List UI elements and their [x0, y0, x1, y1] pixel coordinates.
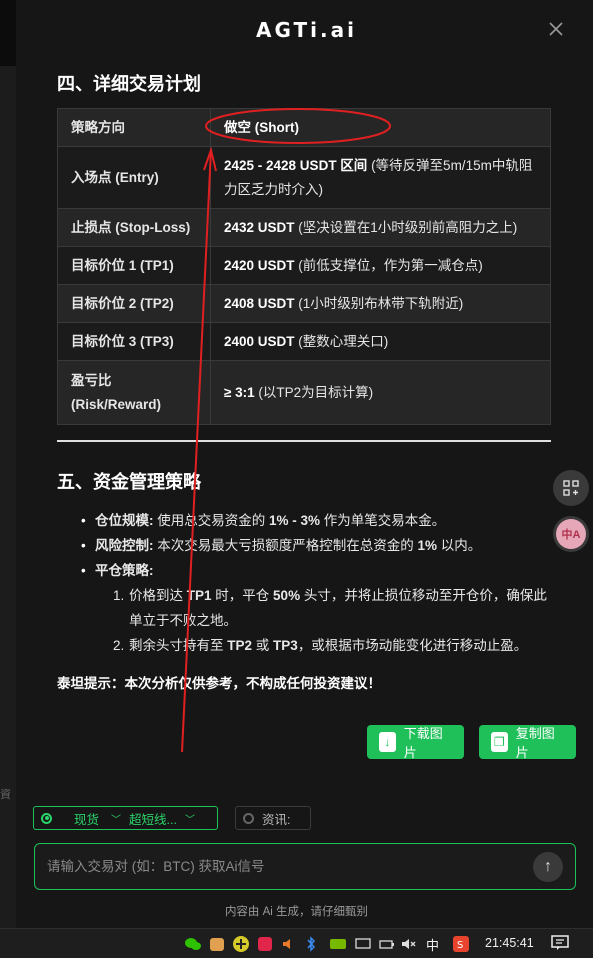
row-key: 策略方向	[57, 108, 211, 147]
list-item: 平仓策略: 1.价格到达 TP1 时，平仓 50% 头寸，并将止损位移动至开仓价…	[81, 558, 551, 658]
trade-plan-table: 策略方向 做空 (Short) 入场点 (Entry) 2425 - 2428 …	[57, 108, 551, 425]
translate-button[interactable]: 中A	[553, 516, 589, 552]
table-row: 止损点 (Stop-Loss) 2432 USDT (坚决设置在1小时级别前高阻…	[57, 208, 551, 247]
money-management-list: 仓位规模: 使用总交易资金的 1% - 3% 作为单笔交易本金。 风险控制: 本…	[81, 508, 551, 658]
table-row: 入场点 (Entry) 2425 - 2428 USDT 区间 (等待反弹至5m…	[57, 146, 551, 209]
plan-heading: 四、详细交易计划	[57, 74, 201, 94]
media-app-icon[interactable]	[256, 935, 274, 953]
row-key: 目标价位 2 (TP2)	[57, 284, 211, 323]
cat-app-icon[interactable]	[208, 935, 226, 953]
download-image-button[interactable]: ↓ 下载图片	[367, 725, 464, 760]
volume-muted-icon[interactable]	[400, 935, 418, 953]
copy-icon: ❐	[491, 732, 508, 752]
notification-icon[interactable]	[551, 935, 569, 951]
translate-icon: 中A	[556, 519, 586, 549]
download-icon: ↓	[379, 732, 396, 752]
disclaimer: 泰坦提示：本次分析仅供参考，不构成任何投资建议！	[57, 676, 381, 691]
row-key: 目标价位 1 (TP1)	[57, 246, 211, 285]
row-value: 做空 (Short)	[210, 108, 551, 147]
sogou-ime-icon[interactable]: S	[452, 935, 470, 953]
row-key: 盈亏比 (Risk/Reward)	[57, 360, 211, 425]
section-divider	[57, 440, 551, 442]
strategy-type: 超短线...	[129, 812, 177, 827]
table-row: 目标价位 3 (TP3) 2400 USDT (整数心理关口)	[57, 322, 551, 361]
app-window: AGTi.ai 四、详细交易计划 策略方向 做空 (Short) 入场点 (En…	[0, 0, 593, 928]
header: AGTi.ai	[16, 0, 593, 60]
table-row: 盈亏比 (Risk/Reward) ≥ 3:1 (以TP2为目标计算)	[57, 360, 551, 425]
background-glyph: 資	[0, 789, 11, 801]
battery-icon[interactable]	[378, 935, 396, 953]
row-value: 2432 USDT (坚决设置在1小时级别前高阻力之上)	[210, 208, 551, 247]
row-value: 2400 USDT (整数心理关口)	[210, 322, 551, 361]
arrow-up-icon: ↑	[544, 858, 552, 875]
bluetooth-icon[interactable]	[304, 935, 318, 953]
copy-image-button[interactable]: ❐ 复制图片	[479, 725, 576, 760]
pair-input[interactable]	[47, 844, 507, 889]
row-key: 入场点 (Entry)	[57, 146, 211, 209]
ai-generated-note: 内容由 Ai 生成，请仔细甄别	[224, 906, 369, 918]
mode-selector[interactable]: 现货 ﹀ 超短线... ﹀	[33, 806, 218, 830]
table-row: 策略方向 做空 (Short)	[57, 108, 551, 147]
pair-input-box: ↑	[34, 843, 576, 890]
row-value: 2408 USDT (1小时级别布林带下轨附近)	[210, 284, 551, 323]
nvidia-icon[interactable]	[328, 935, 348, 953]
radio-selected-icon	[41, 812, 52, 824]
row-value: ≥ 3:1 (以TP2为目标计算)	[210, 360, 551, 425]
chevron-down-icon: ﹀	[184, 814, 195, 826]
close-strategy-steps: 1. 价格到达 TP1 时，平仓 50% 头寸，并将止损位移动至开仓价，确保此单立…	[95, 583, 551, 658]
speaker-muted-icon[interactable]	[280, 935, 298, 953]
wechat-icon[interactable]	[184, 935, 202, 953]
market-type: 现货	[74, 812, 100, 827]
step-item: 1. 价格到达 TP1 时，平仓 50% 头寸，并将止损位移动至开仓价，确保此单立…	[113, 588, 547, 628]
row-value: 2425 - 2428 USDT 区间 (等待反弹至5m/15m中轨阻力区乏力时…	[210, 146, 551, 209]
svg-text:S: S	[457, 940, 463, 951]
table-row: 目标价位 2 (TP2) 2408 USDT (1小时级别布林带下轨附近)	[57, 284, 551, 323]
step-item: 2. 剩余头寸持有至 TP2 或 TP3，或根据市场动能变化进行移动止盈。	[113, 638, 528, 653]
clock[interactable]: 21:45:41	[485, 936, 534, 950]
money-heading: 五、资金管理策略	[57, 472, 201, 492]
input-language[interactable]: 中	[426, 935, 439, 954]
chevron-down-icon: ﹀	[111, 814, 122, 826]
row-key: 止损点 (Stop-Loss)	[57, 208, 211, 247]
row-value: 2420 USDT (前低支撑位，作为第一减仓点)	[210, 246, 551, 285]
apps-grid-button[interactable]	[553, 470, 589, 506]
table-row: 目标价位 1 (TP1) 2420 USDT (前低支撑位，作为第一减仓点)	[57, 246, 551, 285]
display-icon[interactable]	[354, 935, 372, 953]
grid-icon	[563, 480, 579, 496]
list-item: 仓位规模: 使用总交易资金的 1% - 3% 作为单笔交易本金。	[81, 508, 551, 533]
send-button[interactable]: ↑	[533, 852, 563, 882]
close-icon[interactable]	[547, 20, 565, 38]
add-app-icon[interactable]	[232, 935, 250, 953]
app-logo: AGTi.ai	[256, 18, 357, 42]
row-key: 目标价位 3 (TP3)	[57, 322, 211, 361]
news-toggle[interactable]: 资讯:	[235, 806, 311, 830]
list-item: 风险控制: 本次交易最大亏损额度严格控制在总资金的 1% 以内。	[81, 533, 551, 558]
taskbar: 中 S 21:45:41	[0, 928, 593, 958]
radio-unselected-icon	[243, 812, 254, 824]
